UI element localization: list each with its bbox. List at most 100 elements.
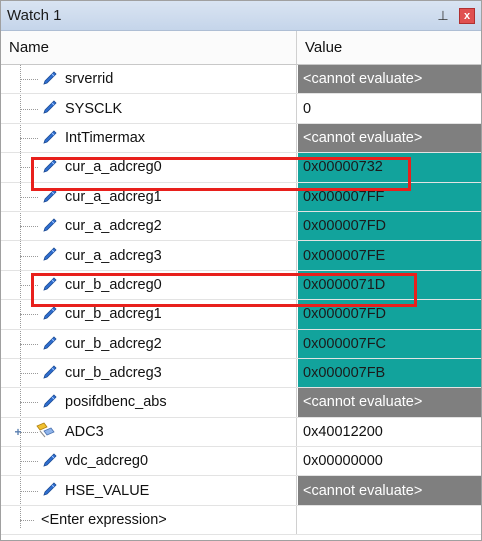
- window-title: Watch 1: [7, 7, 62, 24]
- tree-branch-line: [20, 314, 38, 316]
- window-titlebar[interactable]: Watch 1 ⊥ x: [1, 1, 481, 31]
- pin-icon[interactable]: ⊥: [435, 7, 451, 25]
- tree-branch-line: [20, 167, 38, 169]
- variable-name: cur_a_adcreg2: [65, 218, 162, 235]
- value-cell[interactable]: 0x000007FD: [298, 211, 481, 241]
- variable-icon: [41, 365, 57, 381]
- name-cell[interactable]: cur_a_adcreg0: [1, 153, 297, 182]
- variable-name: cur_b_adcreg2: [65, 335, 162, 352]
- tree-branch-line: [20, 255, 38, 257]
- name-cell[interactable]: HSE_VALUE: [1, 476, 297, 505]
- watch-row-cur-b-adcreg3[interactable]: cur_b_adcreg3 0x000007FB: [1, 358, 481, 389]
- variable-name: vdc_adcreg0: [65, 453, 149, 470]
- value-cell[interactable]: <cannot evaluate>: [298, 388, 481, 417]
- variable-name: cur_b_adcreg0: [65, 276, 162, 293]
- variable-name: srverrid: [65, 71, 114, 88]
- tree-branch-line: [20, 461, 38, 463]
- name-cell[interactable]: posifdbenc_abs: [1, 388, 297, 417]
- tree-branch-line: [20, 343, 38, 345]
- variable-icon: [41, 247, 57, 263]
- enter-expression-label[interactable]: <Enter expression>: [41, 506, 167, 534]
- tree-branch-line: [20, 402, 38, 404]
- value-cell[interactable]: 0: [298, 94, 481, 123]
- value-cell[interactable]: 0x40012200: [298, 417, 481, 447]
- variable-icon: [41, 306, 57, 322]
- value-cell[interactable]: 0x000007FC: [298, 329, 481, 358]
- watch-row-cur-a-adcreg3[interactable]: cur_a_adcreg3 0x000007FE: [1, 241, 481, 271]
- tree-branch-line: [20, 284, 38, 286]
- variable-name: posifdbenc_abs: [65, 394, 167, 411]
- value-cell[interactable]: 0x00000000: [298, 447, 481, 476]
- variable-name: SYSCLK: [65, 100, 123, 117]
- variable-icon: [41, 394, 57, 410]
- tree-branch-line: [20, 108, 38, 110]
- value-column-header[interactable]: Value: [297, 31, 481, 64]
- column-header: Name Value: [1, 31, 481, 65]
- watch-row-sysclk[interactable]: SYSCLK 0: [1, 94, 481, 124]
- watch-row-inttimermax[interactable]: IntTimermax <cannot evaluate>: [1, 123, 481, 154]
- name-cell[interactable]: cur_a_adcreg2: [1, 211, 297, 241]
- variable-name: cur_b_adcreg3: [65, 365, 162, 382]
- expand-icon[interactable]: +: [13, 426, 23, 438]
- variable-icon: [41, 335, 57, 352]
- name-cell[interactable]: IntTimermax: [1, 123, 297, 153]
- enter-expression-row[interactable]: <Enter expression>: [1, 505, 481, 536]
- value-cell[interactable]: <cannot evaluate>: [298, 476, 481, 505]
- tree-branch-line: [20, 520, 34, 522]
- tree-branch-line: [20, 490, 38, 492]
- watch-row-posifdbenc-abs[interactable]: posifdbenc_abs <cannot evaluate>: [1, 388, 481, 418]
- name-cell[interactable]: cur_b_adcreg2: [1, 329, 297, 358]
- tree-branch-line: [20, 196, 38, 198]
- struct-icon: [35, 422, 55, 440]
- name-cell[interactable]: cur_a_adcreg3: [1, 241, 297, 270]
- name-cell[interactable]: vdc_adcreg0: [1, 447, 297, 476]
- value-cell[interactable]: 0x000007FF: [298, 182, 481, 211]
- watch-row-cur-b-adcreg1[interactable]: cur_b_adcreg1 0x000007FD: [1, 300, 481, 330]
- name-cell[interactable]: SYSCLK: [1, 94, 297, 123]
- watch-row-cur-b-adcreg0[interactable]: cur_b_adcreg0 0x0000071D: [1, 270, 481, 301]
- variable-icon: [41, 159, 57, 175]
- watch-row-hse-value[interactable]: HSE_VALUE <cannot evaluate>: [1, 476, 481, 506]
- value-cell[interactable]: 0x0000071D: [298, 270, 481, 300]
- variable-name: cur_b_adcreg1: [65, 306, 162, 323]
- variable-icon: [41, 130, 57, 146]
- variable-icon: [41, 277, 57, 293]
- watch-row-cur-a-adcreg0[interactable]: cur_a_adcreg0 0x00000732: [1, 153, 481, 183]
- watch-list: srverrid <cannot evaluate> SYSCLK 0 IntTimer…: [1, 65, 481, 536]
- value-cell: [298, 505, 481, 535]
- variable-name: cur_a_adcreg0: [65, 159, 162, 176]
- value-cell[interactable]: 0x000007FE: [298, 241, 481, 270]
- value-cell[interactable]: 0x000007FB: [298, 358, 481, 388]
- name-cell[interactable]: cur_b_adcreg1: [1, 300, 297, 329]
- variable-icon: [41, 218, 57, 234]
- value-cell[interactable]: 0x000007FD: [298, 300, 481, 329]
- watch-row-vdc-adcreg0[interactable]: vdc_adcreg0 0x00000000: [1, 447, 481, 477]
- name-cell[interactable]: srverrid: [1, 65, 297, 94]
- variable-icon: [41, 100, 57, 116]
- watch-window: Watch 1 ⊥ x Name Value srverrid <cannot e…: [0, 0, 482, 541]
- watch-row-adc3[interactable]: + ADC3 0x40012200: [1, 417, 481, 448]
- value-cell[interactable]: <cannot evaluate>: [298, 65, 481, 94]
- name-cell[interactable]: cur_b_adcreg3: [1, 358, 297, 388]
- name-cell[interactable]: <Enter expression>: [1, 505, 297, 535]
- variable-icon: [41, 453, 57, 469]
- watch-row-cur-a-adcreg2[interactable]: cur_a_adcreg2 0x000007FD: [1, 211, 481, 242]
- value-cell[interactable]: <cannot evaluate>: [298, 123, 481, 153]
- watch-row-cur-a-adcreg1[interactable]: cur_a_adcreg1 0x000007FF: [1, 182, 481, 212]
- name-cell[interactable]: cur_b_adcreg0: [1, 270, 297, 300]
- variable-name: IntTimermax: [65, 129, 146, 146]
- watch-row-srverrid[interactable]: srverrid <cannot evaluate>: [1, 65, 481, 95]
- watch-row-cur-b-adcreg2[interactable]: cur_b_adcreg2 0x000007FC: [1, 329, 481, 359]
- tree-branch-line: [20, 137, 38, 139]
- tree-branch-line: [20, 79, 38, 81]
- tree-branch-line: [20, 226, 38, 228]
- close-icon[interactable]: x: [459, 8, 475, 24]
- variable-name: HSE_VALUE: [65, 482, 150, 499]
- value-cell[interactable]: 0x00000732: [298, 153, 481, 182]
- variable-name: ADC3: [65, 423, 104, 440]
- name-cell[interactable]: + ADC3: [1, 417, 297, 447]
- name-cell[interactable]: cur_a_adcreg1: [1, 182, 297, 211]
- name-column-header[interactable]: Name: [1, 31, 297, 64]
- variable-name: cur_a_adcreg1: [65, 188, 162, 205]
- variable-icon: [41, 188, 57, 205]
